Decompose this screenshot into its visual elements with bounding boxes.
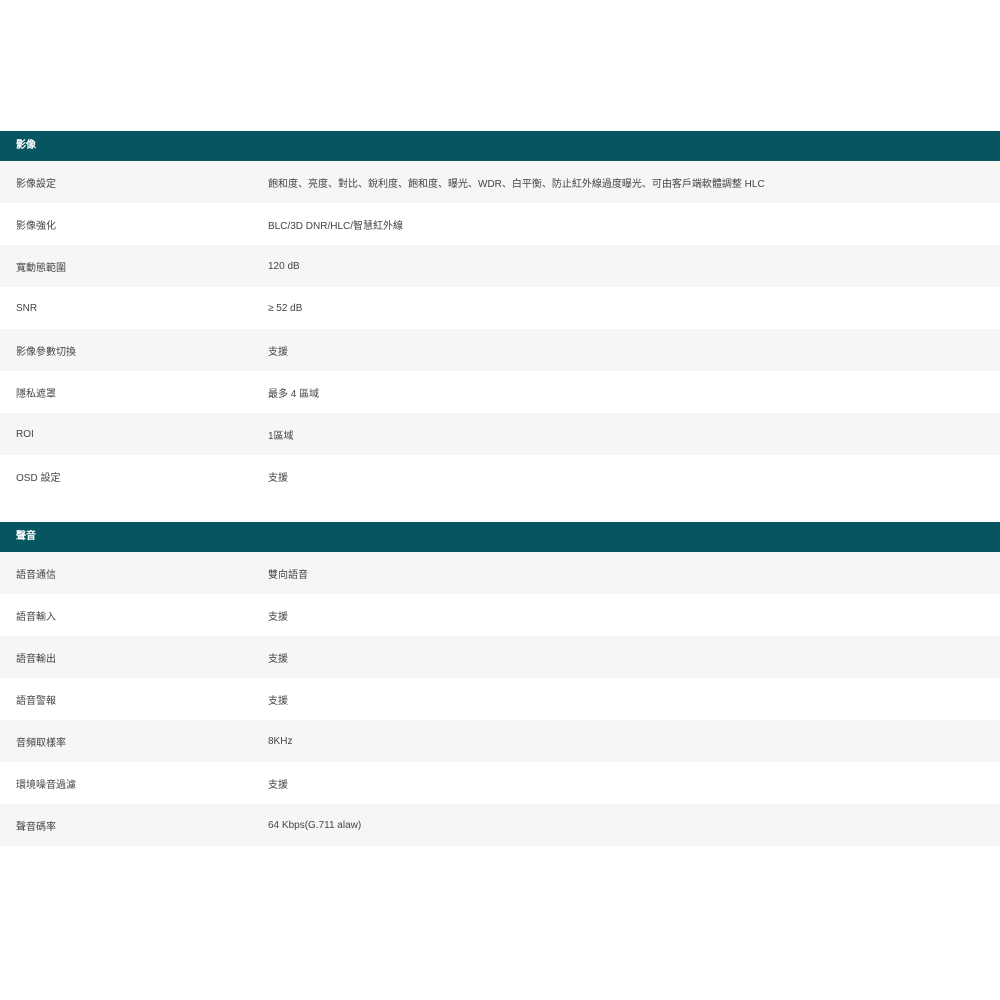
spec-value: 8KHz xyxy=(268,735,293,747)
spec-value: 飽和度、亮度、對比、銳利度、飽和度、曝光、WDR、白平衡、防止紅外線過度曝光、可… xyxy=(268,178,765,190)
audio-spec-rows: 語音通信 雙向語音 語音輸入 支援 語音輸出 支援 語音警報 支援 音頻取樣率 … xyxy=(0,552,1000,846)
spec-row-image-settings: 影像設定 飽和度、亮度、對比、銳利度、飽和度、曝光、WDR、白平衡、防止紅外線過… xyxy=(0,161,1000,203)
spec-label: 語音輸入 xyxy=(16,611,56,623)
spec-row-voice-comm: 語音通信 雙向語音 xyxy=(0,552,1000,594)
spec-label: 語音通信 xyxy=(16,569,56,581)
spec-label: 聲音碼率 xyxy=(16,821,56,833)
spec-label: ROI xyxy=(16,428,34,440)
spec-value: 1區域 xyxy=(268,430,294,442)
spec-row-sample-rate: 音頻取樣率 8KHz xyxy=(0,720,1000,762)
spec-row-audio-output: 語音輸出 支援 xyxy=(0,636,1000,678)
spec-row-noise-filter: 環境噪音過濾 支援 xyxy=(0,762,1000,804)
spec-value: 64 Kbps(G.711 alaw) xyxy=(268,819,362,831)
video-spec-section: 影像 影像設定 飽和度、亮度、對比、銳利度、飽和度、曝光、WDR、白平衡、防止紅… xyxy=(0,131,1000,497)
audio-spec-section: 聲音 語音通信 雙向語音 語音輸入 支援 語音輸出 支援 語音警報 支援 音頻取… xyxy=(0,522,1000,846)
spec-value: ≥ 52 dB xyxy=(268,302,303,314)
spec-row-audio-input: 語音輸入 支援 xyxy=(0,594,1000,636)
spec-value: 支援 xyxy=(268,695,288,707)
spec-row-privacy-mask: 隱私遮罩 最多 4 區域 xyxy=(0,371,1000,413)
spec-value: 支援 xyxy=(268,472,288,484)
spec-label: SNR xyxy=(16,302,38,314)
video-section-header: 影像 xyxy=(0,131,1000,161)
spec-label: 語音警報 xyxy=(16,695,56,707)
spec-row-audio-alarm: 語音警報 支援 xyxy=(0,678,1000,720)
spec-row-snr: SNR ≥ 52 dB xyxy=(0,287,1000,329)
spec-value: 支援 xyxy=(268,653,288,665)
spec-label: OSD 設定 xyxy=(16,472,61,484)
spec-value: 雙向語音 xyxy=(268,569,308,581)
spec-value: BLC/3D DNR/HLC/智慧紅外線 xyxy=(268,220,404,232)
spec-label: 語音輸出 xyxy=(16,653,56,665)
spec-label: 影像參數切換 xyxy=(16,346,76,358)
spec-label: 影像設定 xyxy=(16,178,56,190)
video-spec-rows: 影像設定 飽和度、亮度、對比、銳利度、飽和度、曝光、WDR、白平衡、防止紅外線過… xyxy=(0,161,1000,497)
spec-value: 120 dB xyxy=(268,260,300,272)
spec-label: 影像強化 xyxy=(16,220,56,232)
spec-row-roi: ROI 1區域 xyxy=(0,413,1000,455)
spec-row-image-enhancement: 影像強化 BLC/3D DNR/HLC/智慧紅外線 xyxy=(0,203,1000,245)
spec-value: 支援 xyxy=(268,779,288,791)
spec-row-wdr: 寬動態範圍 120 dB xyxy=(0,245,1000,287)
spec-label: 環境噪音過濾 xyxy=(16,779,76,791)
audio-section-header: 聲音 xyxy=(0,522,1000,552)
spec-row-osd: OSD 設定 支援 xyxy=(0,455,1000,497)
spec-label: 寬動態範圍 xyxy=(16,262,66,274)
spec-row-param-switch: 影像參數切換 支援 xyxy=(0,329,1000,371)
spec-label: 音頻取樣率 xyxy=(16,737,66,749)
spec-value: 支援 xyxy=(268,346,288,358)
spec-value: 最多 4 區域 xyxy=(268,388,320,400)
spec-value: 支援 xyxy=(268,611,288,623)
spec-label: 隱私遮罩 xyxy=(16,388,56,400)
spec-row-bitrate: 聲音碼率 64 Kbps(G.711 alaw) xyxy=(0,804,1000,846)
